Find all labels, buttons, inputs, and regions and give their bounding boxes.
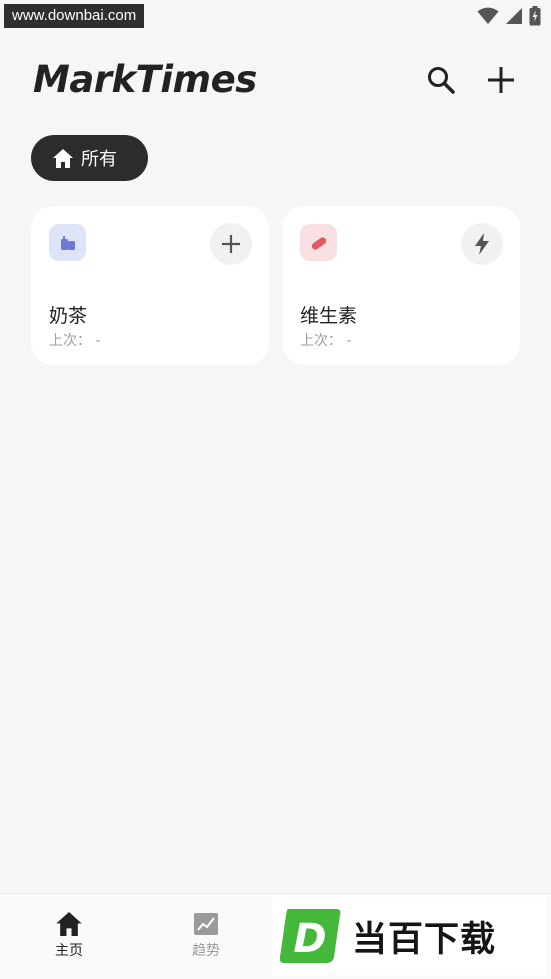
logo-text: 当百下载 xyxy=(352,919,497,960)
home-icon xyxy=(53,148,73,168)
card-name: 维生素 xyxy=(300,305,358,327)
app-title: MarkTimes xyxy=(33,58,257,101)
card-name: 奶茶 xyxy=(49,305,88,327)
card-last-time: 上次： - xyxy=(49,333,101,349)
logo-mark-icon: D xyxy=(279,909,341,963)
plus-icon xyxy=(488,67,514,93)
nav-item-home[interactable]: 主页 xyxy=(29,912,109,960)
drink-icon xyxy=(60,235,75,250)
pill-icon xyxy=(311,236,326,250)
search-icon xyxy=(428,67,455,94)
filter-chip-label: 所有 xyxy=(81,149,117,170)
filter-chip-all[interactable]: 所有 xyxy=(31,135,148,181)
home-icon xyxy=(56,912,82,936)
wifi-icon xyxy=(477,7,499,24)
nav-item-trend[interactable]: 趋势 xyxy=(166,912,246,960)
nav-label: 主页 xyxy=(55,943,83,959)
card-icon-badge xyxy=(300,224,337,261)
lightning-icon xyxy=(475,233,489,255)
tracker-card[interactable]: 维生素 上次： - xyxy=(282,206,520,365)
search-button[interactable] xyxy=(421,60,461,100)
card-icon-badge xyxy=(49,224,86,261)
tracker-card[interactable]: 奶茶 上次： - xyxy=(31,206,269,365)
status-bar: www.downbai.com xyxy=(0,0,551,30)
add-button[interactable] xyxy=(481,60,521,100)
card-quick-log-button[interactable] xyxy=(461,223,503,265)
card-add-button[interactable] xyxy=(210,223,252,265)
trend-chart-icon xyxy=(194,913,218,935)
cell-signal-icon xyxy=(506,8,522,24)
nav-label: 趋势 xyxy=(192,943,220,959)
status-icons xyxy=(477,6,541,26)
watermark-url: www.downbai.com xyxy=(4,4,145,28)
battery-charging-icon xyxy=(529,6,541,26)
plus-icon xyxy=(222,235,240,253)
logo-letter: D xyxy=(293,916,326,962)
site-logo-watermark: D 当百下载 xyxy=(272,897,547,975)
card-last-time: 上次： - xyxy=(300,333,352,349)
